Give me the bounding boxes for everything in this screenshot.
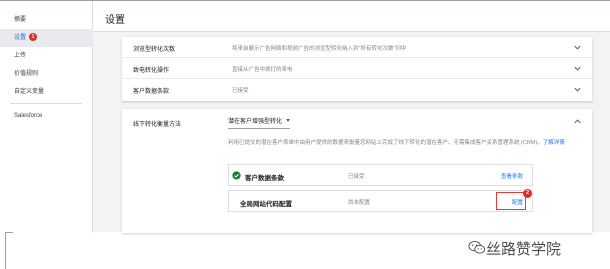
offline-conversion-label: 线下转化衡量方法 [133,122,182,128]
row-name: 全局网站代码配置 [240,201,292,208]
sidebar-item-label: 价值规则 [14,71,39,77]
offline-conversion-card: 线下转化衡量方法 潜在客户增强型转化 利用已提交的潜在客户表单中由用户提供的数据… [122,109,592,233]
sidebar-item-label: 自定义变量 [14,89,45,95]
view-terms-link[interactable]: 查看条款 [501,172,523,180]
page-title: 设置 [105,15,125,26]
sidebar-item-label: Salesforce [14,113,43,119]
description-text: 利用已提交的潜在客户表单中由用户提供的数据来衡量您网站上完成了线下转化的潜在客户… [228,140,543,146]
row-status: 尚未配置 [348,200,371,206]
sidebar: 摘要 设置 1 上传 价值规则 自定义变量 Salesforce [0,1,93,233]
sidebar-item-label: 设置 [14,35,27,41]
sidebar-item-value-rules[interactable]: 价值规则 [0,65,93,83]
sidebar-item-uploads[interactable]: 上传 [0,47,93,65]
corner-mark [5,232,13,269]
dropdown-value: 潜在客户增强型转化 [228,119,283,125]
chevron-down-icon [574,45,581,50]
row-status: 已接受 [348,174,365,180]
sidebar-item-summary[interactable]: 摘要 [0,11,93,29]
settings-card: 浏览型转化次数 将来自展示广告网络和视频广告的浏览型转化纳入到"所有转化次数"列… [122,37,592,101]
sidebar-item-label: 摘要 [14,17,27,23]
global-site-tag-row: 全局网站代码配置 尚未配置 配置 [228,190,533,212]
watermark-text: 丝路赞学院 [486,241,562,258]
step-badge: 2 [523,189,532,198]
header: 设置 [93,1,610,32]
setting-name: 浏览型转化次数 [133,47,176,53]
setting-value: 已接受 [232,88,249,94]
chevron-up-icon[interactable] [573,117,582,126]
row-name: 客户数据条款 [245,175,284,182]
offline-conversion-description: 利用已提交的潜在客户表单中由用户提供的数据来衡量您网站上完成了线下转化的潜在客户… [228,139,588,147]
setting-row-customer-data-terms[interactable]: 客户数据条款 已接受 [122,79,592,100]
configure-highlight-box [496,192,526,210]
sidebar-divider [10,103,82,104]
setting-value: 直接从广告中拨打的来电 [232,67,293,73]
sidebar-item-settings[interactable]: 设置 1 [0,29,93,47]
customer-data-terms-row: 客户数据条款 已接受 查看条款 [228,164,533,186]
setting-name: 客户数据条款 [133,89,170,95]
setting-row-view-through[interactable]: 浏览型转化次数 将来自展示广告网络和视频广告的浏览型转化纳入到"所有转化次数"列… [122,37,592,58]
step-badge: 1 [29,33,38,41]
learn-more-link[interactable]: 了解详情 [543,140,565,146]
setting-value: 将来自展示广告网络和视频广告的浏览型转化纳入到"所有转化次数"列中 [232,46,407,52]
chevron-down-icon [574,87,581,92]
wechat-icon [468,241,486,254]
sidebar-item-custom-variables[interactable]: 自定义变量 [0,83,93,101]
sidebar-item-label: 上传 [14,53,27,59]
chevron-down-icon [574,66,581,71]
caret-down-icon [286,119,291,122]
check-circle-icon [232,171,241,180]
setting-row-call-conversions[interactable]: 致电转化操作 直接从广告中拨打的来电 [122,58,592,79]
measurement-method-dropdown[interactable]: 潜在客户增强型转化 [228,116,291,129]
setting-name: 致电转化操作 [133,68,170,74]
app-frame: 摘要 设置 1 上传 价值规则 自定义变量 Salesforce 设置 浏览型转化… [0,0,610,233]
sidebar-item-salesforce[interactable]: Salesforce [0,107,93,125]
